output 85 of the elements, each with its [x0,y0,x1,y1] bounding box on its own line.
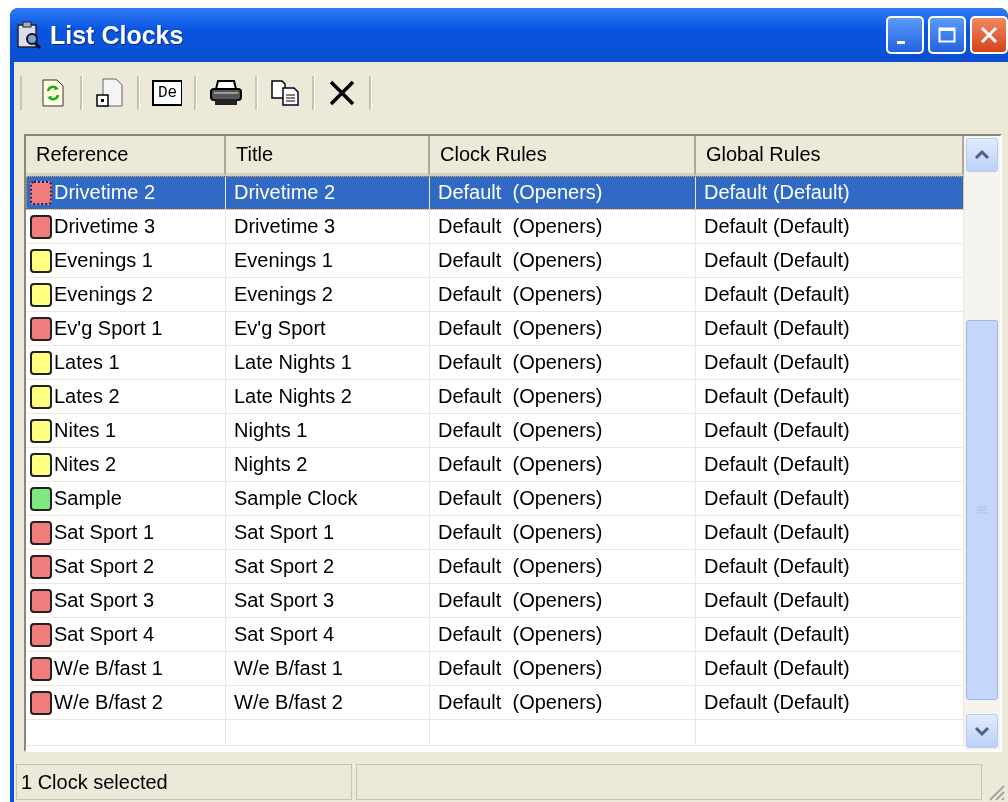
table-cell: W/e B/fast 1 [234,657,343,680]
table-cell: Drivetime 3 [234,215,336,238]
label-button[interactable]: De [152,80,183,106]
table-cell: Default (Default) [704,419,850,442]
table-cell: Sat Sport 1 [234,521,335,544]
table-cell: Lates 2 [54,385,120,408]
table-cell: W/e B/fast 2 [54,691,163,714]
table-cell: Default (Openers) [438,385,603,408]
table-cell: Sat Sport 3 [54,589,155,612]
table-cell: Default (Openers) [438,249,603,272]
status-text: 1 Clock selected [16,764,352,800]
column-header[interactable]: Global Rules [696,136,964,176]
table-cell: Default (Default) [704,623,850,646]
table-cell: Default (Default) [704,589,850,612]
table-cell: Default (Openers) [438,623,603,646]
close-icon [979,25,999,45]
table-cell: Late Nights 2 [234,385,352,408]
column-header[interactable]: Reference [26,136,226,176]
table-cell: Sat Sport 3 [234,589,335,612]
table-cell: Nights 1 [234,419,308,442]
column-header[interactable]: Title [226,136,430,176]
table-cell: Default (Default) [704,283,850,306]
window-title: List Clocks [50,20,185,50]
selected-row[interactable]: Drivetime 2 Drivetime 2 Default (Openers) Default (Default) [26,176,964,210]
table-cell: Sample [54,487,122,510]
table-cell: Drivetime 2 [234,181,336,204]
table-cell: Default (Default) [704,487,850,510]
table-cell: Sat Sport 1 [54,521,155,544]
table-cell: Ev'g Sport 1 [54,317,163,340]
table-cell: Drivetime 3 [54,215,156,238]
table-cell: Default (Openers) [438,657,603,680]
table-cell: Evenings 2 [234,283,333,306]
table-cell: Default (Default) [704,181,850,204]
table-cell: Default (Default) [704,385,850,408]
table-cell: Default (Openers) [438,487,603,510]
table-cell: W/e B/fast 2 [234,691,343,714]
table-cell: Sat Sport 4 [54,623,155,646]
close-button[interactable] [970,16,1008,54]
table-cell: Default (Openers) [438,181,603,204]
clipboard-magnifier-icon [16,21,42,49]
table-cell: Default (Default) [704,215,850,238]
table-cell: Sample Clock [234,487,358,510]
scroll-down-button[interactable] [966,714,998,748]
minimize-icon [896,40,905,44]
table-cell: Default (Default) [704,657,850,680]
table-cell: Default (Default) [704,317,850,340]
table-cell: Default (Openers) [438,691,603,714]
table-cell: Nites 1 [54,419,117,442]
maximize-icon [937,25,957,45]
table-cell: Default (Default) [704,351,850,374]
table-cell: Default (Default) [704,453,850,476]
table-cell: Evenings 1 [234,249,333,272]
chevron-down-icon [974,725,990,737]
table-cell: Default (Openers) [438,317,603,340]
table-cell: Nites 2 [54,453,117,476]
table-cell: Default (Openers) [438,351,603,374]
scroll-up-button[interactable] [966,138,998,172]
vertical-scrollbar[interactable] [964,136,1000,750]
table-cell: W/e B/fast 1 [54,657,163,680]
table-cell: Default (Openers) [438,283,603,306]
minimize-button[interactable] [886,16,924,54]
table-cell: Default (Openers) [438,419,603,442]
scroll-thumb[interactable] [966,320,998,700]
table-cell: Lates 1 [54,351,120,374]
table-cell: Late Nights 1 [234,351,352,374]
table-cell: Evenings 1 [54,249,153,272]
table-cell: Sat Sport 2 [54,555,155,578]
table-cell: Default (Default) [704,249,850,272]
table-cell: Ev'g Sport [234,317,326,340]
column-header[interactable]: Clock Rules [430,136,696,176]
table-cell: Default (Openers) [438,589,603,612]
maximize-button[interactable] [928,16,966,54]
table-cell: Default (Openers) [438,215,603,238]
table-cell: Default (Default) [704,691,850,714]
table-cell: Default (Default) [704,521,850,544]
chevron-up-icon [974,149,990,161]
table-cell: Sat Sport 2 [234,555,335,578]
table-cell: Evenings 2 [54,283,153,306]
table-cell: Sat Sport 4 [234,623,335,646]
table-cell: Default (Openers) [438,521,603,544]
table-cell: Drivetime 2 [54,181,156,204]
table-cell: Default (Openers) [438,453,603,476]
table-cell: Default (Openers) [438,555,603,578]
table-cell: Default (Default) [704,555,850,578]
table-cell: Nights 2 [234,453,308,476]
